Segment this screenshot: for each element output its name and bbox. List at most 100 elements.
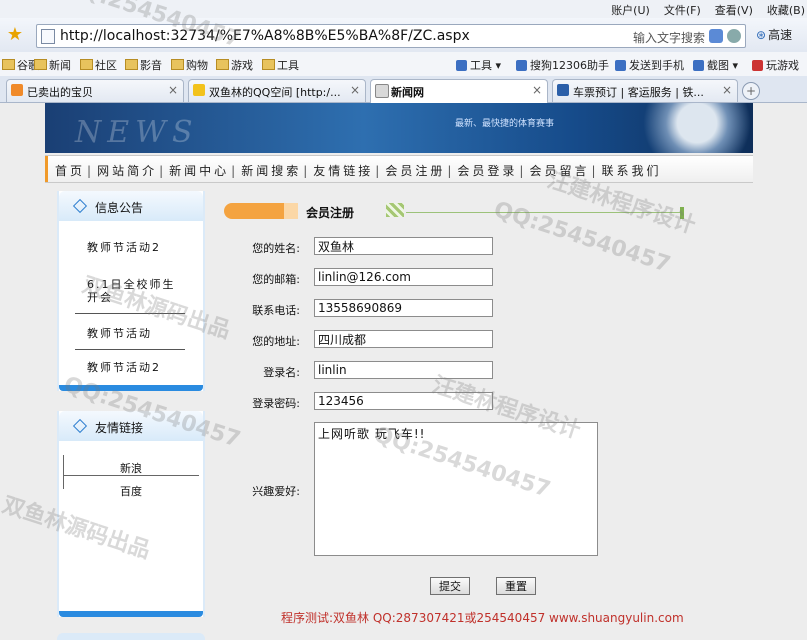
search-hint[interactable]: 输入文字搜索: [633, 29, 705, 46]
address-label: 您的地址:: [252, 335, 300, 348]
address-row: ★ http://localhost:32734/%E7%A8%8B%E5%BA…: [0, 18, 807, 53]
refresh-icon[interactable]: [727, 29, 741, 43]
address-bar[interactable]: http://localhost:32734/%E7%A8%8B%E5%BA%8…: [36, 24, 746, 48]
fav-games[interactable]: 游戏: [216, 57, 253, 73]
hobby-label: 兴趣爱好:: [252, 485, 300, 498]
section-pattern: [386, 203, 404, 217]
nav-message[interactable]: 会员留言: [529, 162, 601, 179]
section-pill-tail: [284, 203, 298, 219]
address-url[interactable]: http://localhost:32734/%E7%A8%8B%E5%BA%8…: [60, 28, 470, 44]
tab-qq-space[interactable]: 双鱼林的QQ空间 [http:/... ×: [188, 79, 366, 102]
main-nav: 首页 网站简介 新闻中心 新闻搜索 友情链接 会员注册 会员登录 会员留言 联系…: [45, 155, 753, 183]
name-field[interactable]: [314, 237, 493, 255]
login-name-label: 登录名:: [263, 366, 300, 379]
browser-menubar: 账户(U) 文件(F) 查看(V) 收藏(B): [0, 0, 807, 18]
tab-sold-items[interactable]: 已卖出的宝贝 ×: [6, 79, 184, 102]
fav-media[interactable]: 影音: [125, 57, 162, 73]
toolbar-12306[interactable]: 搜狗12306助手: [516, 57, 609, 73]
banner-player-image: [613, 103, 753, 153]
banner-word: NEWS: [75, 115, 199, 150]
close-icon[interactable]: ×: [350, 83, 360, 97]
menu-file[interactable]: 文件(F): [664, 2, 701, 18]
notice-divider: [75, 313, 185, 314]
submit-button[interactable]: 提交: [430, 577, 470, 595]
page-icon: [557, 84, 569, 96]
toolbar-screenshot[interactable]: 截图 ▾: [693, 57, 738, 73]
diamond-icon: [72, 418, 88, 434]
links-title: 友情链接: [95, 421, 144, 435]
folder-icon: [80, 59, 93, 70]
notice-item[interactable]: 6.1日全校师生开会: [87, 278, 183, 304]
folder-icon: [125, 59, 138, 70]
email-field[interactable]: [314, 268, 493, 286]
fav-tools[interactable]: 工具: [262, 57, 299, 73]
section-header: 会员注册: [224, 201, 686, 223]
notice-item[interactable]: 教师节活动2: [87, 361, 161, 374]
phone-icon: [615, 60, 626, 71]
toolbar-tools[interactable]: 工具 ▾: [456, 57, 501, 73]
reset-button[interactable]: 重置: [496, 577, 536, 595]
notice-divider: [75, 349, 185, 350]
password-label: 登录密码:: [252, 397, 300, 410]
scissors-icon: [693, 60, 704, 71]
notice-box: 信息公告 教师节活动2 6.1日全校师生开会 教师节活动 教师节活动2: [57, 191, 205, 391]
close-icon[interactable]: ×: [168, 83, 178, 97]
nav-about[interactable]: 网站简介: [97, 162, 169, 179]
address-field[interactable]: [314, 330, 493, 348]
fav-community[interactable]: 社区: [80, 57, 117, 73]
folder-icon: [34, 59, 47, 70]
sidebar-next-box: [57, 633, 205, 640]
tab-news-site[interactable]: 新闻网 ×: [370, 79, 548, 103]
tab-train-tickets[interactable]: 车票预订 | 客运服务 | 铁... ×: [552, 79, 738, 102]
nav-home[interactable]: 首页: [55, 162, 97, 179]
close-icon[interactable]: ×: [722, 83, 732, 97]
fav-news[interactable]: 新闻: [34, 57, 71, 73]
toolbar-send-phone[interactable]: 发送到手机: [615, 57, 684, 73]
nav-accent: [45, 156, 48, 182]
link-sina[interactable]: 新浪: [59, 460, 203, 476]
menu-favorites[interactable]: 收藏(B): [767, 2, 805, 18]
menu-view[interactable]: 查看(V): [715, 2, 753, 18]
login-name-field[interactable]: [314, 361, 493, 379]
link-baidu[interactable]: 百度: [59, 483, 203, 499]
diamond-icon: [72, 198, 88, 214]
links-box: 友情链接 新浪 百度: [57, 411, 205, 617]
site-banner: NEWS 最新、最快捷的体育赛事: [45, 103, 753, 153]
links-header: 友情链接: [59, 411, 203, 441]
password-field[interactable]: [314, 392, 493, 410]
folder-icon: [216, 59, 229, 70]
tools-icon: [456, 60, 467, 71]
nav-friend-links[interactable]: 友情链接: [313, 162, 385, 179]
nav-contact[interactable]: 联系我们: [602, 162, 668, 179]
game-icon: [752, 60, 763, 71]
name-label: 您的姓名:: [252, 242, 300, 255]
fav-shopping[interactable]: 购物: [171, 57, 208, 73]
page-body: NEWS 最新、最快捷的体育赛事 首页 网站简介 新闻中心 新闻搜索 友情链接 …: [0, 103, 807, 640]
favorite-star-icon[interactable]: ★: [5, 25, 25, 45]
email-label: 您的邮箱:: [252, 273, 300, 286]
notice-item[interactable]: 教师节活动2: [87, 241, 161, 254]
link-divider: [63, 475, 199, 476]
folder-icon: [262, 59, 275, 70]
close-icon[interactable]: ×: [532, 83, 542, 97]
tab-bar: 已卖出的宝贝 × 双鱼林的QQ空间 [http:/... × 新闻网 × 车票预…: [0, 76, 807, 103]
page-icon: [375, 84, 389, 98]
links-footer-bar: [59, 611, 203, 617]
phone-field[interactable]: [314, 299, 493, 317]
nav-register[interactable]: 会员注册: [385, 162, 457, 179]
favorites-bar: 谷歌 新闻 社区 影音 购物 游戏 工具 工具 ▾ 搜狗12306助手 发送到手…: [0, 52, 807, 77]
section-title: 会员注册: [306, 206, 355, 220]
section-rule-end: [680, 207, 684, 219]
speed-mode-button[interactable]: 高速: [756, 26, 792, 43]
toolbar-games[interactable]: 玩游戏: [752, 57, 799, 73]
notice-item[interactable]: 教师节活动: [87, 327, 152, 340]
page-icon: [41, 29, 55, 44]
hobby-textarea[interactable]: 上网听歌 玩飞车!!: [314, 422, 598, 556]
new-tab-icon[interactable]: +: [742, 82, 760, 100]
nav-login[interactable]: 会员登录: [457, 162, 529, 179]
search-engine-icon[interactable]: [709, 29, 723, 43]
nav-news-center[interactable]: 新闻中心: [169, 162, 241, 179]
nav-news-search[interactable]: 新闻搜索: [241, 162, 313, 179]
banner-tagline: 最新、最快捷的体育赛事: [455, 119, 555, 129]
menu-account[interactable]: 账户(U): [611, 2, 650, 18]
